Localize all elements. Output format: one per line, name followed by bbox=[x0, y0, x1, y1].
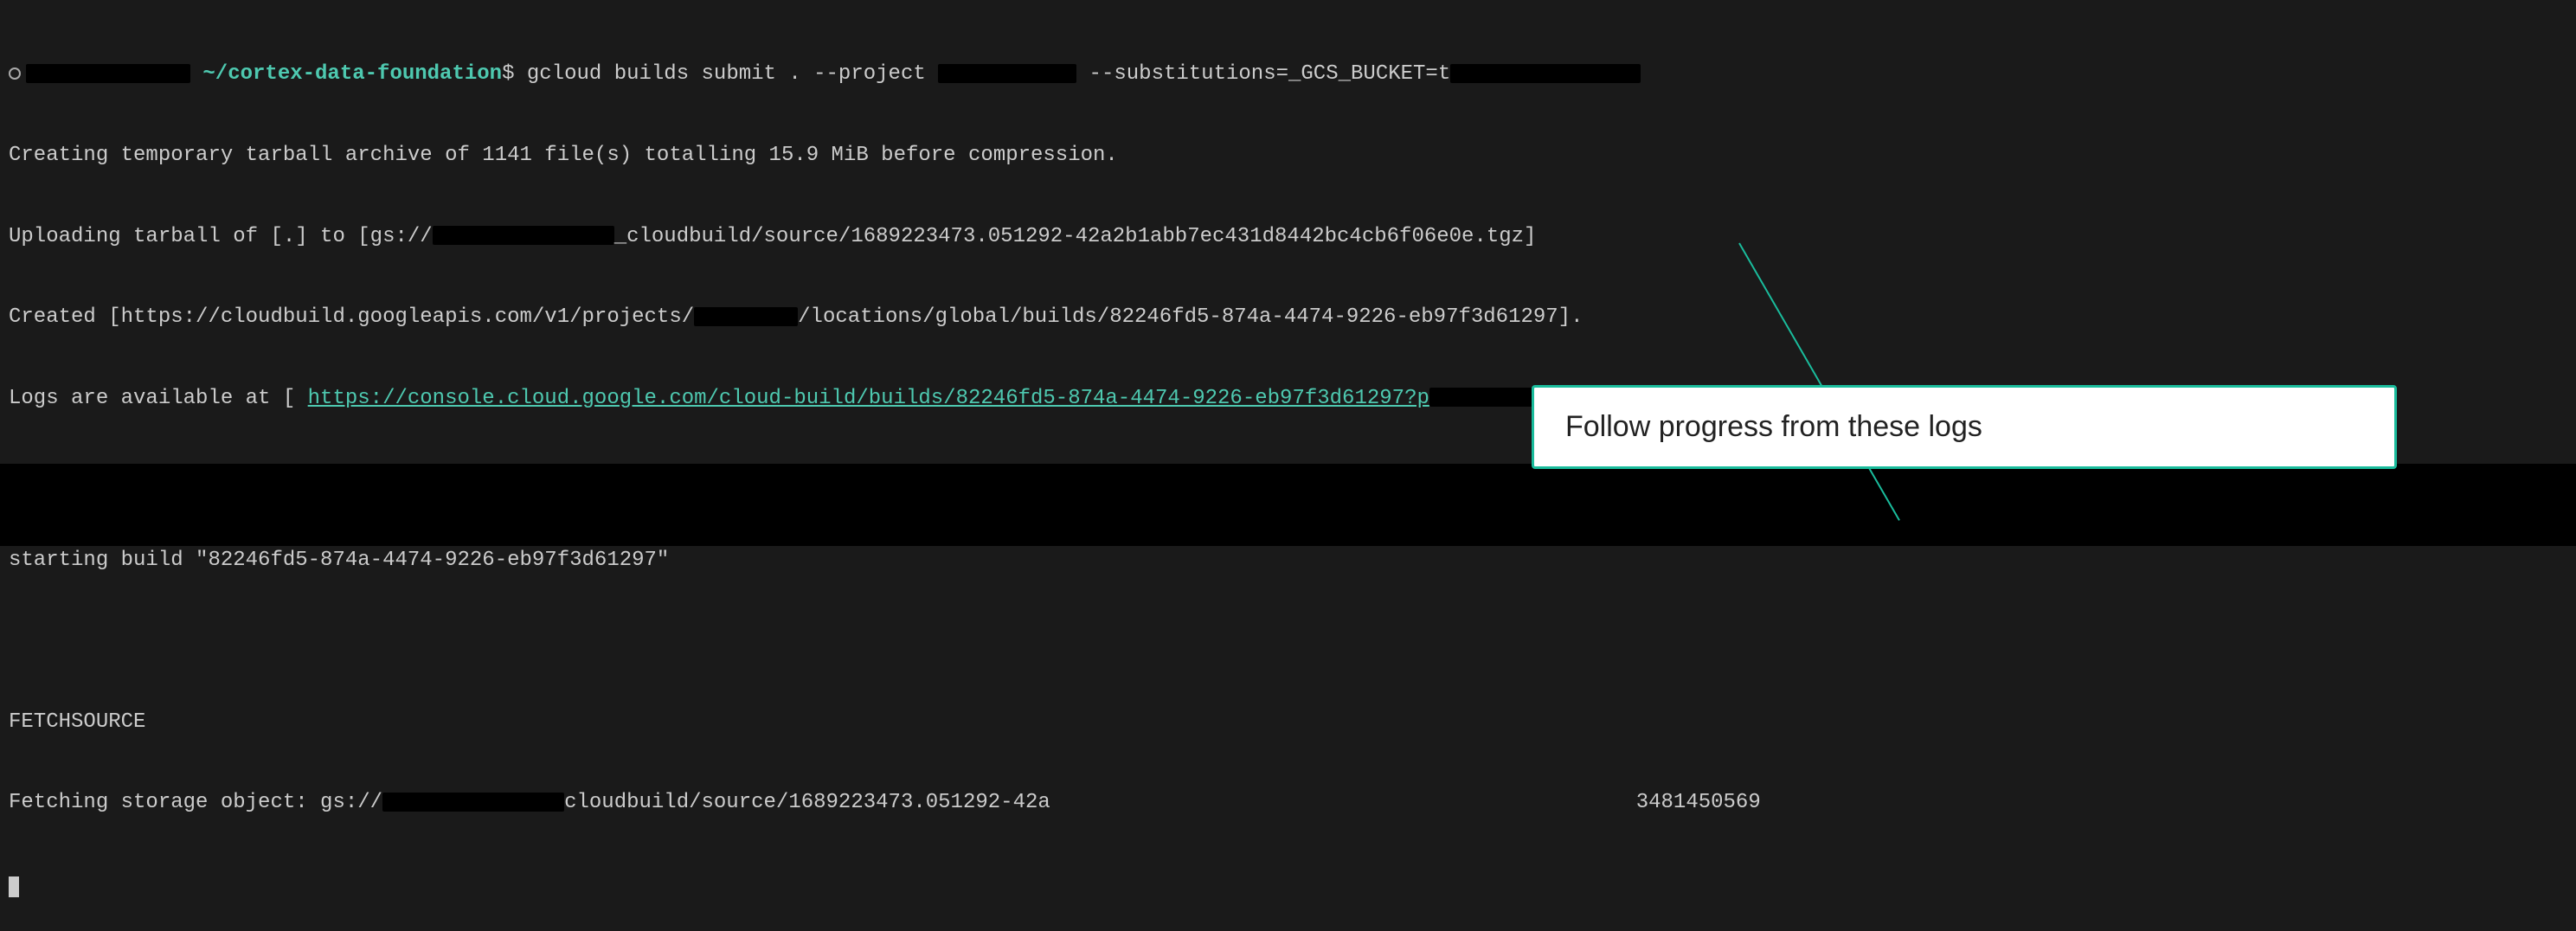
redacted-bucket bbox=[1450, 64, 1641, 83]
redacted-proj bbox=[694, 307, 798, 326]
terminal-cursor bbox=[9, 876, 19, 897]
callout-text: Follow progress from these logs bbox=[1565, 410, 1982, 443]
cwd-path: ~/cortex-data-foundation bbox=[202, 62, 502, 86]
redacted-bucket-name bbox=[433, 226, 614, 245]
output-line-fetching: Fetching storage object: gs:// cloudbuild… bbox=[9, 789, 2567, 816]
dotted-circle-icon bbox=[9, 67, 21, 80]
created-pre: Created [https://cloudbuild.googleapis.c… bbox=[9, 305, 694, 329]
fetching-tail: 3481450569 bbox=[1636, 791, 1761, 814]
redacted-project bbox=[938, 64, 1076, 83]
output-line-creating: Creating temporary tarball archive of 11… bbox=[9, 142, 2567, 169]
bottom-black-bar bbox=[0, 464, 2576, 546]
uploading-pre: Uploading tarball of [.] to [gs:// bbox=[9, 225, 433, 248]
prompt-line: ~/cortex-data-foundation$ gcloud builds … bbox=[9, 61, 2567, 87]
fetching-mid: cloudbuild/source/1689223473.051292-42a bbox=[564, 791, 1050, 814]
redacted-bucket2 bbox=[382, 793, 564, 812]
command-text-post: --substitutions=_GCS_BUCKET=t bbox=[1076, 62, 1450, 86]
cursor-line bbox=[9, 870, 2567, 897]
command-text-pre: gcloud builds submit . --project bbox=[527, 62, 938, 86]
annotation-callout: Follow progress from these logs bbox=[1532, 385, 2397, 469]
fetching-pre: Fetching storage object: gs:// bbox=[9, 791, 382, 814]
logs-link[interactable]: https://console.cloud.google.com/cloud-b… bbox=[308, 387, 1429, 410]
redacted-host bbox=[26, 64, 190, 83]
created-post: /locations/global/builds/82246fd5-874a-4… bbox=[798, 305, 1583, 329]
output-line-uploading: Uploading tarball of [.] to [gs:// _cloud… bbox=[9, 223, 2567, 250]
uploading-post: _cloudbuild/source/1689223473.051292-42a… bbox=[614, 225, 1537, 248]
blank-line bbox=[9, 627, 2567, 654]
output-line-fetchsource: FETCHSOURCE bbox=[9, 709, 2567, 735]
output-line-created: Created [https://cloudbuild.googleapis.c… bbox=[9, 304, 2567, 331]
logs-pre: Logs are available at [ bbox=[9, 387, 308, 410]
output-line-starting: starting build "82246fd5-874a-4474-9226-… bbox=[9, 547, 2567, 574]
prompt-dollar: $ bbox=[502, 62, 514, 86]
